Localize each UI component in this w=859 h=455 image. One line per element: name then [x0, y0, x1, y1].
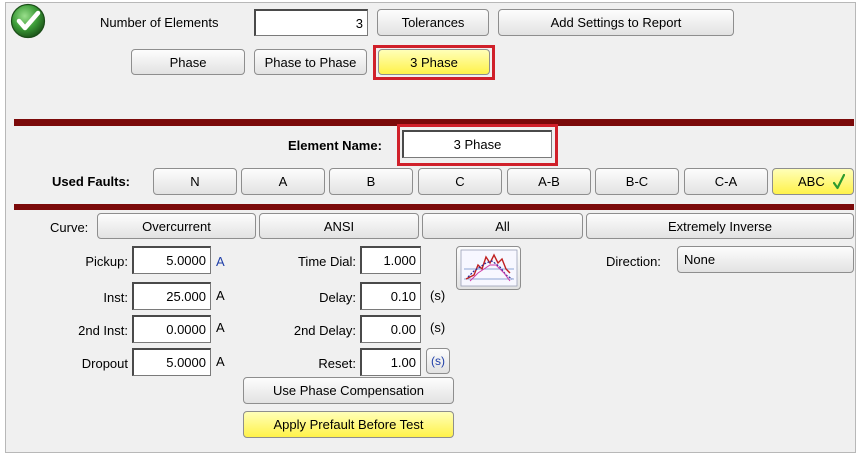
fault-abc-label: ABC [798, 174, 825, 189]
second-inst-unit: A [216, 320, 225, 335]
phase-to-phase-mode-button[interactable]: Phase to Phase [254, 49, 367, 75]
direction-select[interactable]: None [677, 246, 854, 273]
fault-c-a-button[interactable]: C-A [684, 168, 768, 195]
pickup-label: Pickup: [85, 254, 128, 269]
second-delay-field[interactable]: 0.00 [360, 315, 421, 343]
curve-graph-button[interactable] [456, 246, 521, 290]
checkmark-icon [832, 173, 845, 189]
curve-graph-icon [460, 249, 517, 287]
time-dial-label: Time Dial: [297, 254, 356, 269]
curve-type-select[interactable]: Overcurrent [97, 213, 256, 239]
tolerances-button[interactable]: Tolerances [377, 9, 489, 36]
fault-c-button[interactable]: C [418, 168, 502, 195]
inst-unit: A [216, 288, 225, 303]
second-inst-field[interactable]: 0.0000 [132, 315, 211, 343]
curve-standard-select[interactable]: ANSI [259, 213, 419, 239]
inst-field[interactable]: 25.000 [132, 282, 211, 310]
fault-a-b-button[interactable]: A-B [507, 168, 591, 195]
direction-label: Direction: [606, 254, 661, 269]
add-settings-to-report-button[interactable]: Add Settings to Report [498, 9, 734, 36]
curve-label: Curve: [50, 220, 89, 235]
dropout-field[interactable]: 5.0000 [132, 348, 211, 376]
number-of-elements-field[interactable]: 3 [254, 9, 368, 36]
check-circle-icon [10, 3, 46, 39]
three-phase-mode-button[interactable]: 3 Phase [378, 49, 490, 75]
used-faults-label: Used Faults: [52, 174, 131, 189]
fault-a-button[interactable]: A [241, 168, 325, 195]
fault-n-button[interactable]: N [153, 168, 237, 195]
pickup-unit[interactable]: A [216, 254, 225, 269]
apply-prefault-button[interactable]: Apply Prefault Before Test [243, 411, 454, 438]
dropout-unit: A [216, 354, 225, 369]
pickup-field[interactable]: 5.0000 [132, 246, 211, 274]
reset-unit-button[interactable]: (s) [426, 348, 450, 374]
number-of-elements-label: Number of Elements [100, 15, 219, 30]
fault-b-button[interactable]: B [329, 168, 413, 195]
dropout-label: Dropout [81, 356, 128, 371]
element-name-label: Element Name: [288, 138, 382, 153]
fault-b-c-button[interactable]: B-C [595, 168, 679, 195]
element-name-field[interactable]: 3 Phase [402, 130, 552, 158]
second-delay-unit: (s) [430, 320, 446, 335]
second-delay-label: 2nd Delay: [293, 323, 356, 338]
curve-shape-select[interactable]: Extremely Inverse [586, 213, 854, 239]
time-dial-field[interactable]: 1.000 [360, 246, 421, 274]
fault-abc-button[interactable]: ABC [772, 168, 854, 195]
curve-scope-select[interactable]: All [422, 213, 583, 239]
delay-unit: (s) [430, 288, 446, 303]
reset-field[interactable]: 1.00 [360, 348, 421, 376]
section-divider [14, 204, 854, 210]
second-inst-label: 2nd Inst: [78, 323, 128, 338]
reset-label: Reset: [318, 356, 356, 371]
delay-field[interactable]: 0.10 [360, 282, 421, 310]
phase-mode-button[interactable]: Phase [131, 49, 245, 75]
use-phase-compensation-button[interactable]: Use Phase Compensation [243, 377, 454, 404]
inst-label: Inst: [103, 290, 128, 305]
delay-label: Delay: [319, 290, 356, 305]
